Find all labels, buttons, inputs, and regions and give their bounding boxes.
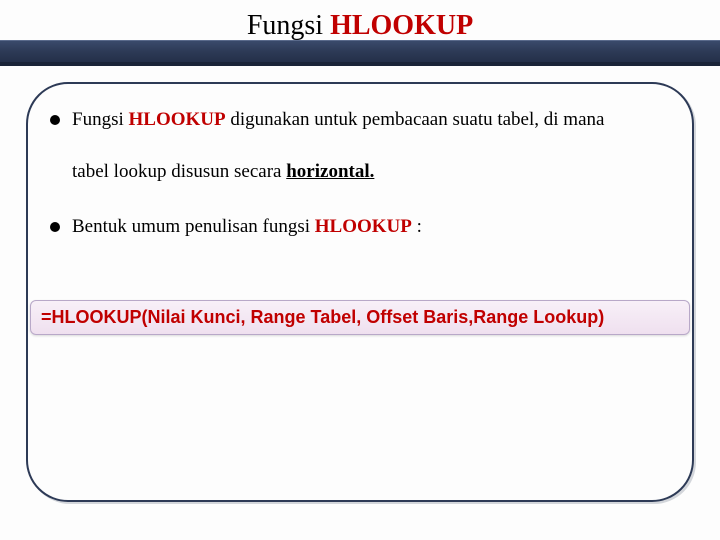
text-bold: HLOOKUP <box>129 109 226 130</box>
slide-title: Fungsi HLOOKUP <box>0 10 720 42</box>
text-segment: Bentuk umum penulisan fungsi <box>72 216 315 237</box>
formula-text: =HLOOKUP(Nilai Kunci, Range Tabel, Offse… <box>41 307 604 327</box>
bullet-text: Fungsi HLOOKUP digunakan untuk pembacaan… <box>72 106 604 134</box>
formula-box: =HLOOKUP(Nilai Kunci, Range Tabel, Offse… <box>30 300 690 335</box>
bullet-icon <box>50 222 60 232</box>
content-area: Fungsi HLOOKUP digunakan untuk pembacaan… <box>50 106 670 247</box>
bullet-continuation: tabel lookup disusun secara horizontal. <box>72 158 670 186</box>
text-segment: Fungsi <box>72 109 129 130</box>
text-underline: horizontal. <box>286 161 374 182</box>
text-bold: HLOOKUP <box>315 216 412 237</box>
text-segment: digunakan untuk pembacaan suatu tabel, d… <box>226 109 605 130</box>
bullet-icon <box>50 115 60 125</box>
title-highlight: HLOOKUP <box>330 10 473 41</box>
bullet-item: Fungsi HLOOKUP digunakan untuk pembacaan… <box>50 106 670 134</box>
title-prefix: Fungsi <box>247 10 330 41</box>
bullet-item: Bentuk umum penulisan fungsi HLOOKUP : <box>50 213 670 241</box>
bullet-text: Bentuk umum penulisan fungsi HLOOKUP : <box>72 213 422 241</box>
title-bar <box>0 40 720 66</box>
slide: Fungsi HLOOKUP Fungsi HLOOKUP digunakan … <box>0 0 720 540</box>
text-segment: : <box>412 216 422 237</box>
text-segment: tabel lookup disusun secara <box>72 161 286 182</box>
